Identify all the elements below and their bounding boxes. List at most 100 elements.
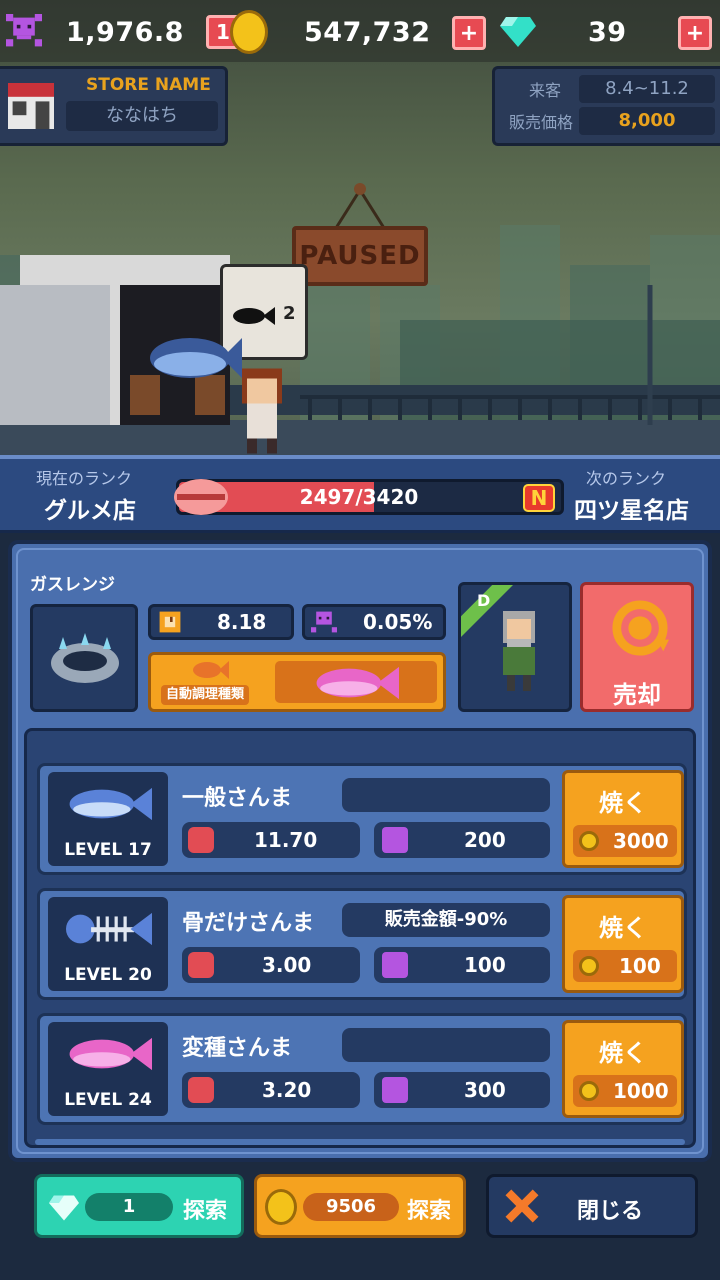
fish-cook-time: 3.20 — [182, 1072, 360, 1108]
current-rank-label: 現在のランク — [36, 469, 133, 488]
fish-time-value: 3.20 — [262, 1078, 312, 1102]
coin-amount: 547,732 — [304, 16, 431, 48]
fish-level: LEVEL 24 — [64, 1090, 152, 1110]
cook-time-stat: 8.18 — [148, 604, 294, 640]
fish-cook-time: 3.00 — [182, 947, 360, 983]
fish-time-value: 11.70 — [254, 828, 318, 852]
coin-icon — [579, 831, 599, 851]
fish-icon — [233, 307, 275, 325]
auto-cook-label: 自動調理種類 — [161, 685, 250, 705]
gem-search-button[interactable]: 1 探索 — [34, 1174, 244, 1238]
fish-modifier — [342, 1028, 550, 1062]
fish-skull: 100 — [374, 947, 550, 983]
chef-character — [503, 611, 535, 691]
game-screen: 1,976.8 1 547,732 + 39 + STORE NAME ななはち… — [0, 0, 720, 1280]
mouth-icon — [188, 827, 214, 853]
close-button[interactable]: 閉じる — [486, 1174, 698, 1238]
fish-row[interactable]: LEVEL 20 骨だけさんま 販売金額-90% 3.00 100 焼く 100 — [37, 888, 687, 1000]
fish-name: 一般さんま — [182, 786, 293, 811]
fish-thumb: LEVEL 20 — [48, 897, 168, 991]
fish-time-value: 3.00 — [262, 953, 312, 977]
paused-sign[interactable]: PAUSED — [292, 226, 428, 286]
gem-search-label: 探索 — [183, 1199, 228, 1224]
close-icon — [505, 1189, 539, 1223]
fish-row[interactable]: LEVEL 24 変種さんま 3.20 300 焼く 1000 — [37, 1013, 687, 1125]
close-label: 閉じる — [577, 1199, 644, 1224]
stove-panel: ガスレンジ 8.18 0.05% 自動調理種類 D 売却 LEVEL 17 一般… — [8, 540, 712, 1162]
coin-search-button[interactable]: 9506 探索 — [254, 1174, 466, 1238]
add-coins-button[interactable]: + — [452, 16, 486, 50]
grill-cost: 3000 — [573, 825, 677, 857]
skull-icon — [382, 1077, 408, 1103]
coin-icon — [265, 1189, 297, 1225]
coin-icon — [579, 956, 599, 976]
grill-label: 焼く — [599, 1039, 647, 1067]
fish-skull-value: 200 — [464, 828, 506, 852]
grill-cost-value: 3000 — [613, 829, 669, 853]
visitors-label: 来客 — [529, 81, 562, 100]
shop-icon — [8, 83, 54, 129]
chef-grade: D — [477, 591, 491, 610]
fish-level: LEVEL 17 — [64, 840, 152, 860]
skull-resource: 1,976.8 1 — [6, 8, 240, 56]
pink-fish-icon — [316, 666, 399, 700]
list-scrollbar[interactable] — [35, 1139, 685, 1145]
shop-info-panel: 来客 8.4~11.2 販売価格 8,000 — [492, 66, 720, 146]
fish-skull-value: 100 — [464, 953, 506, 977]
grill-cost: 100 — [573, 950, 677, 982]
order-count: 2 — [283, 303, 296, 324]
next-rank: 四ツ星名店 — [574, 498, 689, 524]
coin-search-label: 探索 — [407, 1199, 452, 1224]
rank-bar: 現在のランク グルメ店 2497/3420 N 次のランク 四ツ星名店 — [0, 455, 720, 533]
grill-label: 焼く — [599, 914, 647, 942]
skull-icon — [382, 827, 408, 853]
mouth-icon — [188, 952, 214, 978]
new-badge: N — [523, 484, 555, 512]
skull-amount: 1,976.8 — [66, 16, 184, 48]
gem-icon — [49, 1195, 79, 1221]
fish-modifier: 販売金額-90% — [342, 903, 550, 937]
fish-modifier — [342, 778, 550, 812]
grill-cost-value: 1000 — [613, 1079, 669, 1103]
shop-scene: 1,976.8 1 547,732 + 39 + STORE NAME ななはち… — [0, 0, 720, 455]
grill-button[interactable]: 焼く 1000 — [562, 1020, 684, 1118]
gem-icon — [500, 17, 536, 47]
store-name-panel[interactable]: STORE NAME ななはち — [0, 66, 228, 146]
fish-thumb: LEVEL 17 — [48, 772, 168, 866]
current-rank: グルメ店 — [44, 498, 136, 524]
fish-skull: 200 — [374, 822, 550, 858]
chef-slot[interactable]: D — [458, 582, 572, 712]
sell-button[interactable]: 売却 — [580, 582, 694, 712]
skull-icon — [311, 611, 337, 633]
fish-bone-icon — [66, 912, 152, 946]
coin-resource: 547,732 — [230, 8, 430, 56]
grill-button[interactable]: 焼く 100 — [562, 895, 684, 993]
grill-button[interactable]: 焼く 3000 — [562, 770, 684, 868]
auto-cook-selector[interactable]: 自動調理種類 — [148, 652, 446, 712]
fish-row[interactable]: LEVEL 17 一般さんま 11.70 200 焼く 3000 — [37, 763, 687, 875]
skull-rate-stat: 0.05% — [302, 604, 446, 640]
hanging-fish — [150, 338, 242, 378]
gem-resource: 39 — [500, 8, 627, 56]
add-gems-button[interactable]: + — [678, 16, 712, 50]
mouth-icon — [188, 1077, 214, 1103]
grill-cost: 1000 — [573, 1075, 677, 1107]
fish-thumb: LEVEL 24 — [48, 1022, 168, 1116]
rank-progress-text: 2497/3420 — [299, 485, 419, 509]
pink-saury-icon — [69, 1037, 152, 1071]
coin-cost: 9506 — [303, 1193, 399, 1221]
fish-cook-time: 11.70 — [182, 822, 360, 858]
visitors-value: 8.4~11.2 — [579, 75, 715, 103]
auto-cook-fish-slot — [275, 661, 437, 703]
skull-icon — [382, 952, 408, 978]
fish-skull: 300 — [374, 1072, 550, 1108]
fish-list[interactable]: LEVEL 17 一般さんま 11.70 200 焼く 3000 LEVEL 2… — [24, 728, 696, 1148]
fish-skull-value: 300 — [464, 1078, 506, 1102]
price-value: 8,000 — [579, 107, 715, 135]
cook-time-value: 8.18 — [217, 610, 267, 634]
fish-outline-icon — [193, 661, 229, 679]
coin-icon — [230, 10, 268, 54]
customer-character[interactable] — [232, 368, 292, 454]
grill-label: 焼く — [599, 789, 647, 817]
stove-slot[interactable] — [30, 604, 138, 712]
